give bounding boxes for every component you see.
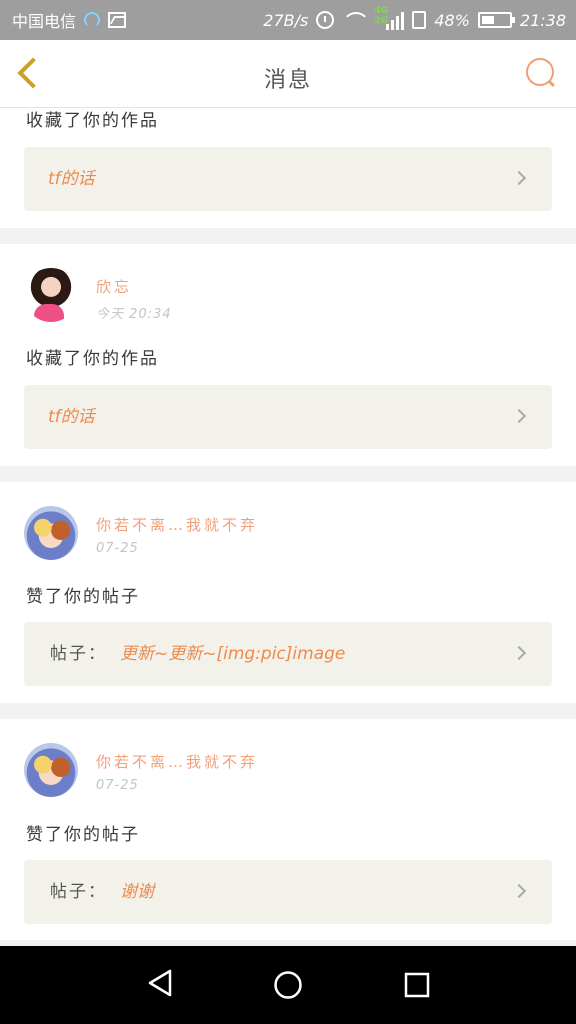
timestamp: 今天 20:34 (96, 307, 172, 322)
message-reference[interactable]: tf的话 (24, 385, 552, 449)
signal-icon: 4G 2G (374, 6, 405, 30)
message-list[interactable]: 收藏了你的作品 tf的话 欣忘 今天 20:34 收藏了你的作品 tf的话 你若… (0, 108, 576, 946)
reference-text: 更新~更新~[img:pic]image (120, 644, 346, 664)
app-header: 消息 (0, 40, 576, 108)
avatar[interactable] (24, 268, 78, 322)
status-bar: 中国电信 27B/s 4G 2G 48% 21:38 (0, 0, 576, 40)
username[interactable]: 欣忘 (96, 276, 132, 297)
message-reference[interactable]: tf的话 (24, 147, 552, 211)
avatar[interactable] (24, 506, 78, 560)
alarm-icon (316, 11, 335, 29)
message-reference[interactable]: 帖子： 更新~更新~[img:pic]image (24, 622, 552, 686)
chevron-right-icon (511, 408, 527, 424)
divider (0, 228, 576, 244)
message-reference[interactable]: 帖子： 谢谢 (24, 860, 552, 924)
battery-percent: 48% (434, 10, 470, 30)
username[interactable]: 你若不离…我就不弃 (96, 514, 258, 535)
reference-text: 谢谢 (120, 882, 154, 902)
wifi-icon (342, 12, 371, 28)
headset-icon (84, 12, 101, 28)
reference-text: tf的话 (48, 169, 95, 189)
search-button[interactable] (520, 54, 560, 94)
page-title: 消息 (263, 68, 312, 93)
network-speed: 27B/s (263, 10, 309, 30)
home-circle-icon[interactable] (273, 970, 303, 1000)
gallery-icon (108, 12, 127, 28)
username[interactable]: 你若不离…我就不弃 (96, 751, 258, 772)
divider (0, 466, 576, 482)
timestamp: 07-25 (96, 778, 139, 793)
sim-icon (412, 11, 427, 29)
reference-text: tf的话 (48, 407, 95, 427)
back-triangle-icon[interactable] (146, 968, 176, 998)
reference-prefix: 帖子： (50, 882, 107, 902)
recents-square-icon[interactable] (402, 970, 432, 1000)
reference-prefix: 帖子： (50, 644, 107, 664)
message-action: 赞了你的帖子 (26, 825, 140, 845)
battery-icon (477, 12, 515, 28)
avatar[interactable] (24, 743, 78, 797)
chevron-right-icon (511, 645, 527, 661)
message-action: 收藏了你的作品 (26, 111, 159, 131)
clock: 21:38 (519, 10, 566, 30)
chevron-right-icon (511, 170, 527, 186)
timestamp: 07-25 (96, 541, 139, 556)
message-action: 赞了你的帖子 (26, 587, 140, 607)
message-action: 收藏了你的作品 (26, 349, 159, 369)
divider (0, 703, 576, 719)
chevron-right-icon (511, 883, 527, 899)
navigation-bar (0, 946, 576, 1024)
carrier-label: 中国电信 (12, 12, 77, 31)
